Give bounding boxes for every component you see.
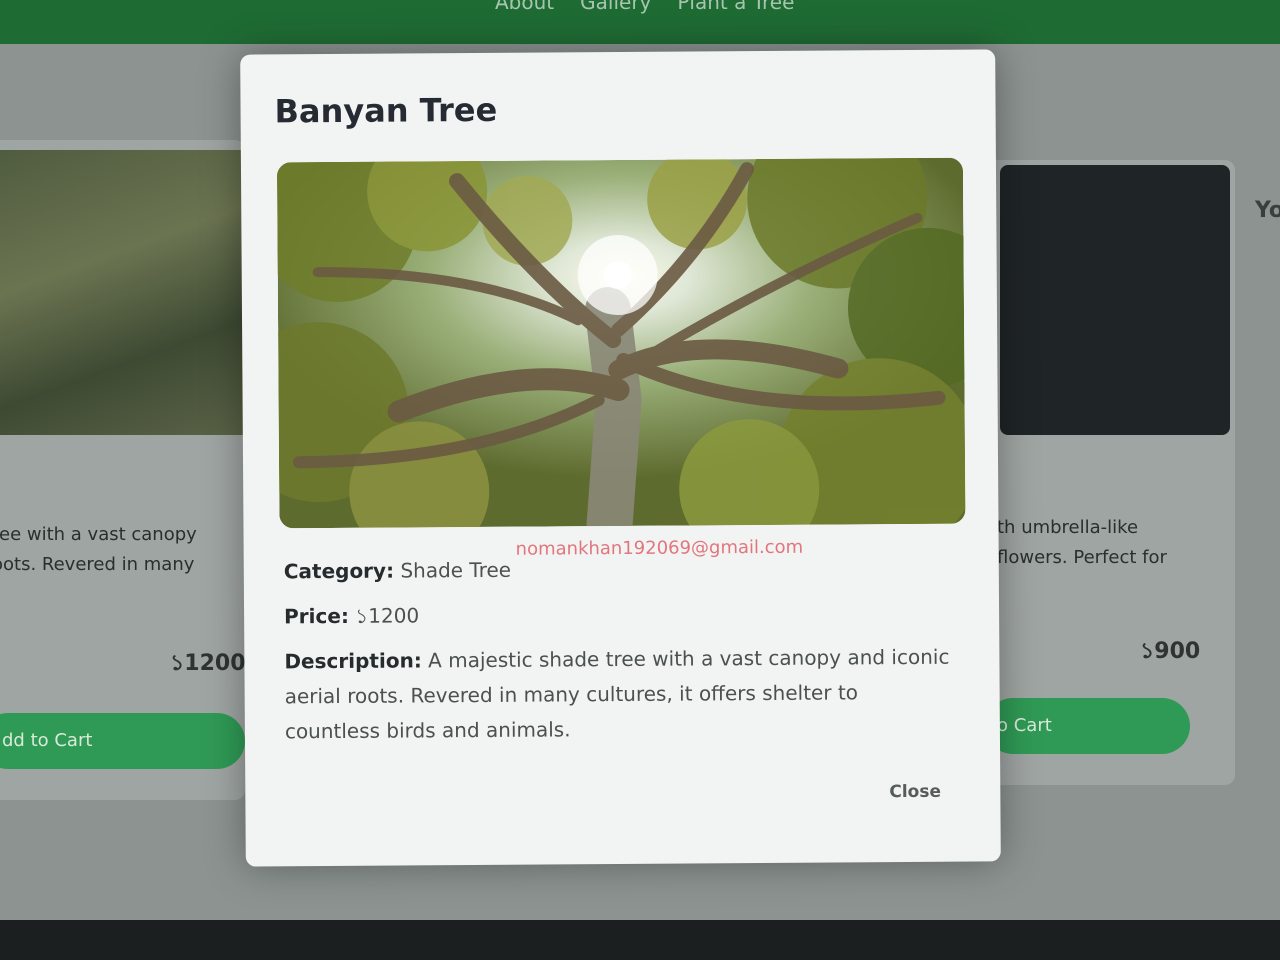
price-row: Price: ১1200 bbox=[284, 595, 954, 635]
card-description-line: flowers. Perfect for bbox=[997, 547, 1167, 568]
nav-link-gallery[interactable]: Gallery bbox=[580, 0, 651, 14]
tree-card-image bbox=[1000, 165, 1230, 435]
nav-link-plant[interactable]: Plant a Tree bbox=[677, 0, 794, 14]
category-label: Category: bbox=[283, 558, 395, 584]
tree-card-left: ree with a vast canopy oots. Revered in … bbox=[0, 140, 245, 800]
tree-photo bbox=[276, 157, 966, 529]
category-row: Category: Shade Tree bbox=[284, 550, 954, 590]
card-price: ১900 bbox=[1140, 639, 1201, 664]
description-label: Description: bbox=[284, 648, 422, 674]
price-value: ১1200 bbox=[355, 603, 420, 628]
top-nav: About Gallery Plant a Tree bbox=[0, 0, 1280, 44]
close-button[interactable]: Close bbox=[889, 782, 941, 802]
card-description-line: th umbrella-like bbox=[997, 517, 1139, 538]
tree-card-image bbox=[0, 150, 245, 435]
add-to-cart-button[interactable]: o Cart bbox=[985, 698, 1190, 754]
description-row: Description: A majestic shade tree with … bbox=[284, 640, 955, 750]
screen-bezel bbox=[0, 920, 1280, 960]
tree-detail-modal: Banyan Tree nomankhan192069@gmail.com Ca… bbox=[240, 49, 1001, 867]
modal-title: Banyan Tree bbox=[274, 90, 498, 131]
price-label: Price: bbox=[284, 603, 349, 629]
add-to-cart-button[interactable]: dd to Cart bbox=[0, 713, 245, 769]
tree-card-right: th umbrella-like flowers. Perfect for ১9… bbox=[985, 160, 1235, 785]
nav-links: About Gallery Plant a Tree bbox=[495, 0, 794, 14]
card-price: ১1200 bbox=[170, 651, 245, 676]
card-description-line: ree with a vast canopy bbox=[0, 524, 197, 545]
category-value: Shade Tree bbox=[400, 557, 512, 583]
card-description-line: oots. Revered in many bbox=[0, 554, 195, 575]
side-heading-fragment: Yo bbox=[1255, 198, 1280, 223]
nav-link-about[interactable]: About bbox=[495, 0, 554, 14]
